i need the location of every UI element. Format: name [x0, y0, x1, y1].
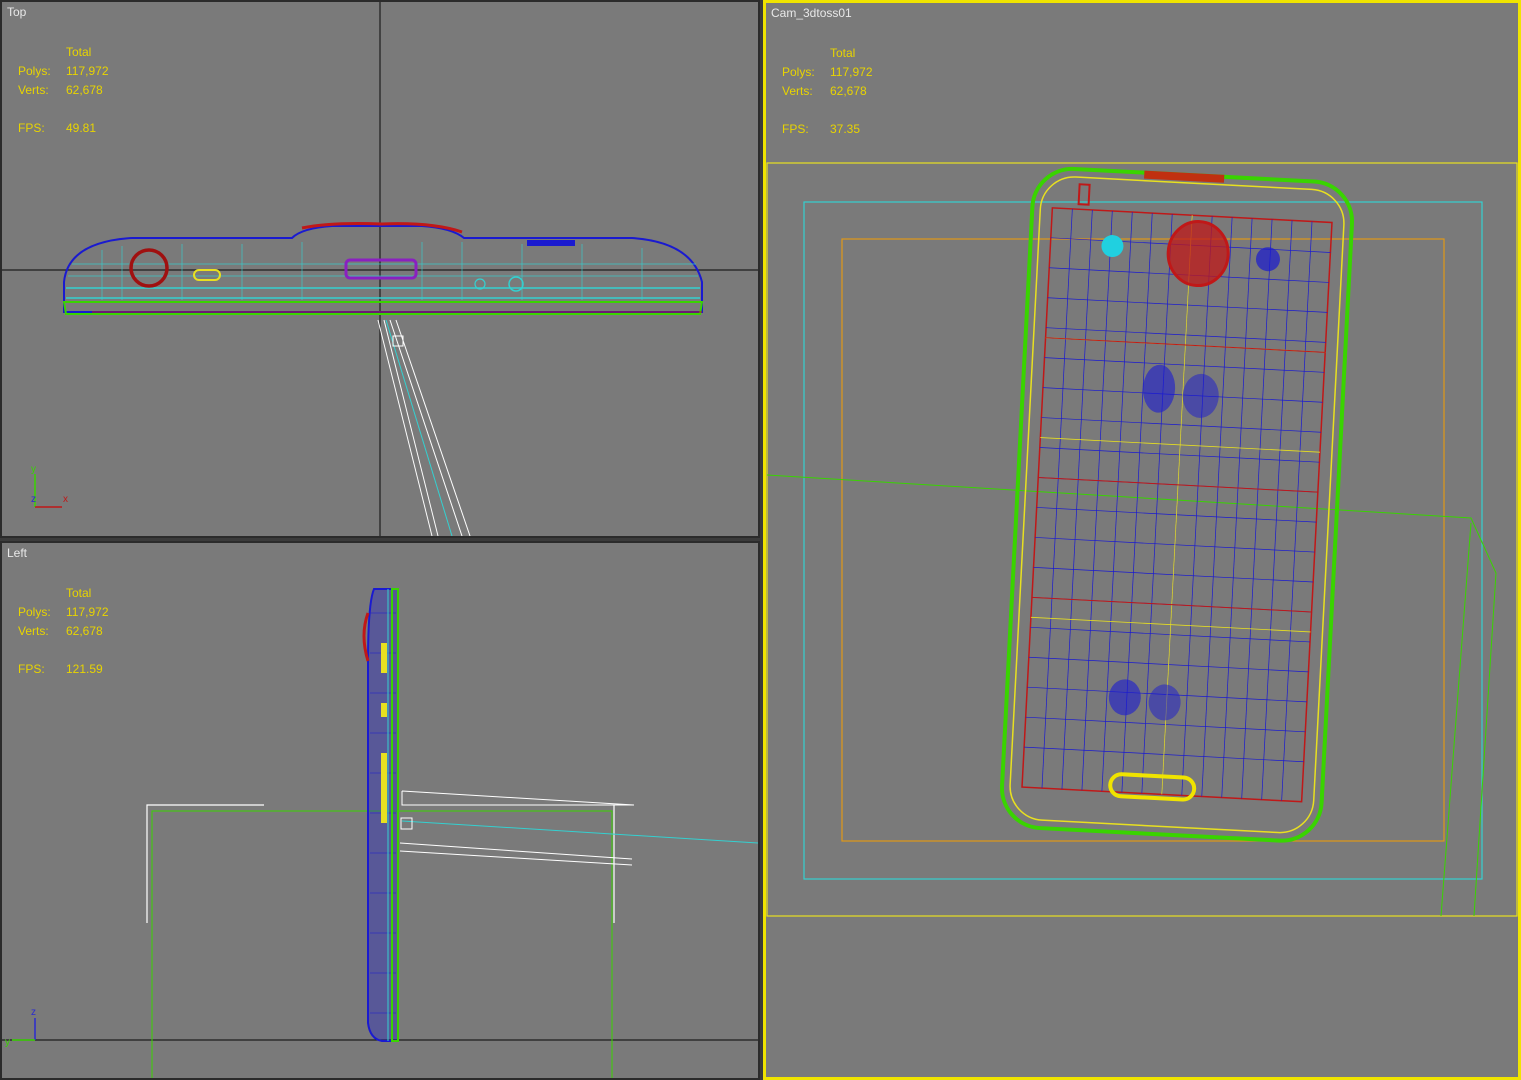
axis-label: x: [63, 494, 68, 505]
safe-frame: [766, 162, 1518, 917]
phone-front-wireframe[interactable]: [999, 165, 1355, 843]
axis-gizmo: z y: [5, 1007, 36, 1048]
camera-frustum-lines: [377, 319, 471, 536]
axis-gizmo: y z x: [31, 464, 68, 508]
viewport-camera[interactable]: Cam_3dtoss01 Total Polys: 117,972 Verts: 6…: [763, 0, 1521, 1080]
phone-top-wireframe[interactable]: [62, 222, 704, 315]
left-wireframe-scene: z y: [2, 588, 758, 1078]
axis-label: y: [31, 464, 36, 475]
viewport-top[interactable]: Top Total Polys: 117,972 Verts: 62,678 FPS…: [0, 0, 760, 538]
top-wireframe-scene: y z x: [2, 2, 758, 536]
phone-side-wireframe[interactable]: [362, 588, 399, 1042]
scene-helpers: [146, 790, 758, 1078]
axis-label: y: [5, 1037, 10, 1048]
camera-wireframe-scene: [766, 162, 1518, 917]
viewport-left[interactable]: Left Total Polys: 117,972 Verts: 62,678 FP…: [0, 541, 760, 1080]
axis-label: z: [31, 494, 36, 505]
axis-label: z: [31, 1007, 36, 1018]
title-safe-frame: [841, 238, 1445, 842]
